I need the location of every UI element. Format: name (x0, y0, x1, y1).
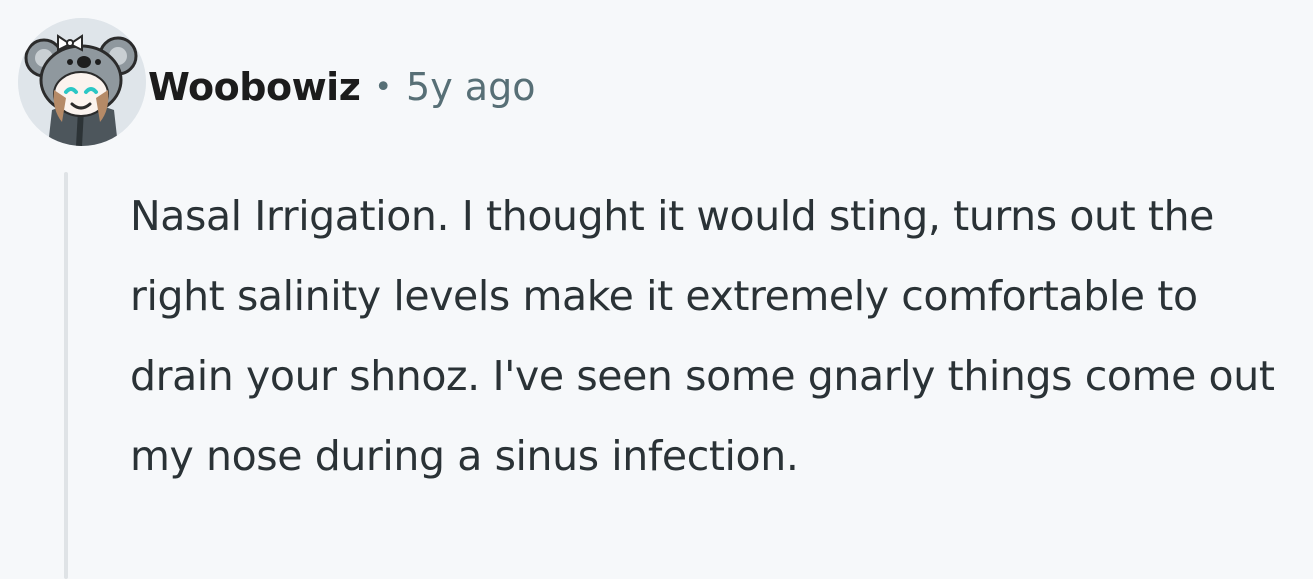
username-link[interactable]: Woobowiz (148, 65, 361, 109)
comment-meta: Woobowiz • 5y ago (148, 58, 535, 116)
thread-line[interactable] (64, 172, 68, 579)
comment: Woobowiz • 5y ago Nasal Irrigation. I th… (0, 0, 1313, 579)
comment-body: Nasal Irrigation. I thought it would sti… (130, 192, 1275, 480)
comment-timestamp[interactable]: 5y ago (406, 65, 535, 109)
user-avatar[interactable] (18, 18, 146, 146)
meta-separator: • (374, 69, 393, 105)
koala-hood-avatar-icon (18, 18, 146, 146)
